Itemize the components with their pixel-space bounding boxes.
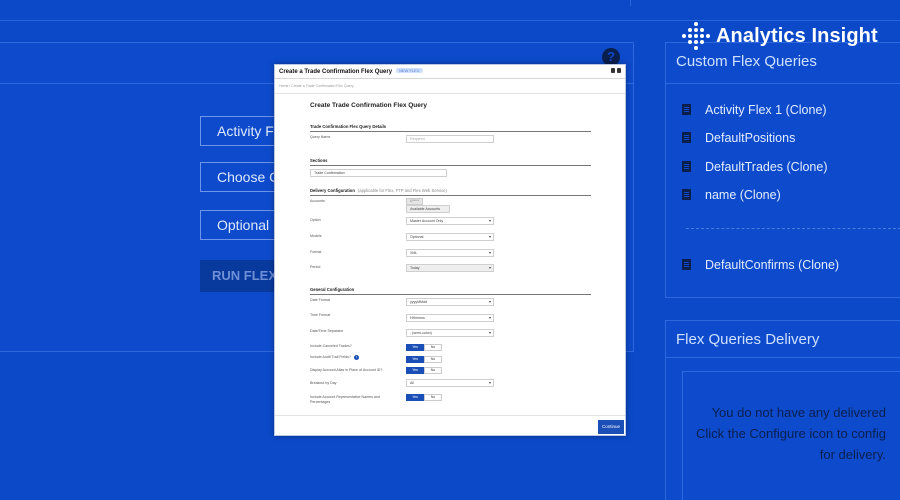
time-format-select[interactable]: HHmmss — [406, 314, 494, 322]
panel-header-divider — [666, 83, 900, 84]
query-name: DefaultTrades (Clone) — [705, 160, 828, 174]
continue-button[interactable]: Continue — [598, 420, 624, 434]
period-label: Period — [310, 265, 321, 269]
create-flex-query-modal: Create a Trade Confirmation Flex Query NE… — [274, 64, 626, 436]
document-icon — [682, 189, 691, 200]
audit-trail-label-text: Include Audit Trail Fields? — [310, 355, 351, 359]
document-icon — [682, 161, 691, 172]
modal-title-text: Create a Trade Confirmation Flex Query — [279, 69, 393, 75]
format-label: Format — [310, 250, 322, 254]
section-title-text: Delivery Configuration — [310, 188, 355, 193]
custom-flex-queries-title: Custom Flex Queries — [676, 53, 817, 70]
list-item[interactable]: Activity Flex 1 (Clone) — [682, 103, 827, 117]
models-label: Models — [310, 234, 322, 238]
details-section-title: Trade Confirmation Flex Query Details — [310, 124, 591, 132]
breakout-select[interactable]: All — [406, 379, 494, 387]
delivery-section-title: Delivery Configuration (applicable for Fl… — [310, 188, 591, 196]
sections-field[interactable]: Trade Confirmation — [310, 169, 447, 177]
query-name-label: Query Name — [310, 135, 331, 139]
query-name: Activity Flex 1 (Clone) — [705, 103, 827, 117]
custom-flex-queries-panel: Custom Flex Queries Activity Flex 1 (Clo… — [665, 42, 900, 298]
section-title-text: Trade Confirmation Flex Query Details — [310, 124, 387, 129]
yes-option[interactable]: Yes — [406, 344, 424, 351]
print-icon[interactable] — [611, 68, 615, 73]
time-format-label: Time Format — [310, 313, 331, 317]
option-select[interactable]: Master Account Only — [406, 217, 494, 225]
query-name-input[interactable]: Required — [406, 135, 494, 143]
top-divider — [0, 20, 900, 21]
modal-footer-divider — [275, 415, 625, 416]
delivery-message-line: for delivery. — [819, 447, 886, 462]
status-badge: NEW FLEX — [396, 68, 423, 73]
yes-option[interactable]: Yes — [406, 367, 424, 374]
general-section-title: General Configuration — [310, 287, 591, 295]
delivery-empty-message: You do not have any delivered Click the … — [666, 402, 886, 465]
format-select[interactable]: XML — [406, 249, 494, 257]
no-option[interactable]: No — [424, 344, 442, 351]
query-name: DefaultConfirms (Clone) — [705, 258, 840, 272]
no-option[interactable]: No — [424, 394, 442, 401]
list-item[interactable]: DefaultConfirms (Clone) — [682, 258, 839, 272]
models-select[interactable]: Optional — [406, 233, 494, 241]
list-item[interactable]: name (Clone) — [682, 188, 781, 202]
audit-trail-label: Include Audit Trail Fields? i — [310, 355, 359, 360]
document-icon — [682, 259, 691, 270]
panel-header-divider — [666, 357, 900, 358]
top-right-divider — [630, 0, 631, 6]
breadcrumb: Home / Create a Trade Confirmation Flex … — [279, 84, 354, 88]
query-name: name (Clone) — [705, 188, 781, 202]
account-alias-label: Display Account Alias in Place of Accoun… — [310, 368, 383, 372]
list-item[interactable]: DefaultTrades (Clone) — [682, 160, 828, 174]
account-chip[interactable]: U***** — [406, 198, 424, 205]
close-icon[interactable] — [617, 68, 621, 73]
canceled-trades-toggle[interactable]: Yes No — [406, 344, 442, 351]
breadcrumb-divider — [275, 93, 625, 94]
flex-queries-delivery-title: Flex Queries Delivery — [676, 331, 820, 348]
option-label: Option — [310, 218, 321, 222]
audit-trail-toggle[interactable]: Yes No — [406, 356, 442, 363]
accounts-chip-row: U***** — [275, 198, 625, 206]
account-rep-label: Include Account Representative Names and… — [310, 395, 380, 404]
modal-title: Create a Trade Confirmation Flex Query NE… — [279, 68, 423, 75]
brand-name: Analytics Insight — [716, 24, 878, 47]
date-format-label: Date Format — [310, 298, 330, 302]
document-icon — [682, 132, 691, 143]
no-option[interactable]: No — [424, 367, 442, 374]
breakout-label: Breakout by Day — [310, 381, 337, 385]
brand-logo: Analytics Insight — [682, 22, 878, 50]
sections-section-title: Sections — [310, 158, 591, 166]
yes-option[interactable]: Yes — [406, 394, 424, 401]
list-item[interactable]: DefaultPositions — [682, 131, 795, 145]
account-alias-toggle[interactable]: Yes No — [406, 367, 442, 374]
delivery-message-line: Click the Configure icon to config — [695, 426, 886, 441]
dashed-divider — [686, 228, 900, 229]
account-rep-toggle[interactable]: Yes No — [406, 394, 442, 401]
section-note: (applicable for Flex, FTP and Flex Web S… — [357, 188, 447, 193]
date-format-select[interactable]: yyyyMMdd — [406, 298, 494, 306]
canceled-trades-label: Include Canceled Trades? — [310, 344, 352, 348]
section-title-text: General Configuration — [310, 287, 355, 292]
page-title: Create Trade Confirmation Flex Query — [310, 102, 428, 109]
accounts-field[interactable]: Available Accounts — [406, 205, 450, 213]
delivery-message-line: You do not have any delivered — [711, 405, 886, 420]
info-icon[interactable]: i — [353, 355, 359, 360]
document-icon — [682, 104, 691, 115]
section-title-text: Sections — [310, 158, 328, 163]
separator-label: Date/Time Separator — [310, 329, 344, 333]
modal-header: Create a Trade Confirmation Flex Query NE… — [275, 65, 625, 79]
modal-header-actions — [611, 68, 621, 73]
analytics-insight-logo-icon — [682, 22, 710, 50]
separator-select[interactable]: ; (semi-colon) — [406, 329, 494, 337]
yes-option[interactable]: Yes — [406, 356, 424, 363]
query-name: DefaultPositions — [705, 131, 796, 145]
no-option[interactable]: No — [424, 356, 442, 363]
period-select[interactable]: Today — [406, 264, 494, 272]
